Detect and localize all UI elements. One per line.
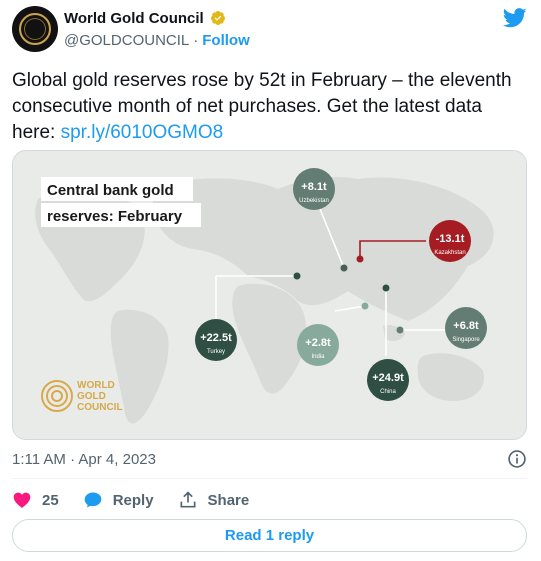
bubble-value: -13.1t: [436, 233, 465, 245]
reply-label: Reply: [112, 491, 154, 509]
avatar[interactable]: [12, 6, 58, 52]
bubble-india: +2.8t India: [297, 324, 339, 366]
tweet-link[interactable]: spr.ly/6010OGMO8: [61, 122, 224, 143]
verified-badge-icon: [210, 11, 225, 25]
action-bar: 25 Reply Share: [12, 486, 273, 514]
brand-line3: COUNCIL: [77, 402, 123, 413]
bubble-value: +8.1t: [301, 181, 327, 193]
bubble-value: +24.9t: [372, 372, 404, 384]
separator-dot: ·: [193, 32, 199, 49]
map-title-line2: reserves: February: [47, 208, 183, 225]
author-name-text: World Gold Council: [64, 10, 204, 27]
bubble-uzbekistan: +8.1t Uzbekistan: [293, 168, 335, 210]
brand-line2: GOLD: [77, 391, 106, 402]
bubble-value: +22.5t: [200, 332, 232, 344]
bubble-singapore: +6.8t Singapore: [445, 307, 487, 349]
author-name[interactable]: World Gold Council: [64, 10, 226, 27]
gold-ring-logo-icon: [19, 13, 51, 45]
info-icon[interactable]: [507, 449, 527, 469]
bubble-country: China: [380, 389, 396, 395]
bubble-country: Singapore: [452, 337, 480, 343]
like-count: 25: [42, 491, 59, 509]
tweet-text: Global gold reserves rose by 52t in Febr…: [12, 68, 522, 146]
tweet-timestamp[interactable]: 1:11 AM · Apr 4, 2023: [12, 451, 156, 468]
share-icon: [180, 491, 196, 508]
twitter-bird-icon[interactable]: [503, 8, 527, 28]
heart-icon: [13, 492, 31, 508]
bubble-value: +2.8t: [305, 337, 331, 349]
bubble-value: +6.8t: [453, 320, 479, 332]
divider: [12, 478, 527, 479]
share-label: Share: [207, 491, 250, 509]
reply-button[interactable]: Reply: [83, 490, 154, 510]
read-reply-button[interactable]: Read 1 reply: [12, 519, 527, 552]
bubble-turkey: +22.5t Turkey: [195, 319, 237, 361]
map-title-line1: Central bank gold: [47, 182, 174, 199]
speech-bubble-icon: [84, 492, 102, 508]
like-button[interactable]: 25: [12, 490, 59, 510]
author-handle[interactable]: @GOLDCOUNCIL: [64, 32, 189, 49]
bubble-country: Turkey: [207, 349, 225, 355]
handle-row: @GOLDCOUNCIL · Follow: [64, 32, 250, 49]
bubble-country: Kazakhstan: [434, 250, 465, 256]
follow-button[interactable]: Follow: [202, 32, 250, 49]
bubble-china: +24.9t China: [367, 359, 409, 401]
gold-reserves-map-graphic: Central bank gold reserves: February +8.…: [13, 151, 526, 439]
bubble-kazakhstan: -13.1t Kazakhstan: [429, 220, 471, 262]
bubble-country: India: [311, 354, 325, 360]
brand-line1: WORLD: [77, 380, 115, 391]
bubble-country: Uzbekistan: [299, 198, 329, 204]
share-button[interactable]: Share: [178, 490, 250, 510]
tweet-media-image[interactable]: Central bank gold reserves: February +8.…: [12, 150, 527, 440]
